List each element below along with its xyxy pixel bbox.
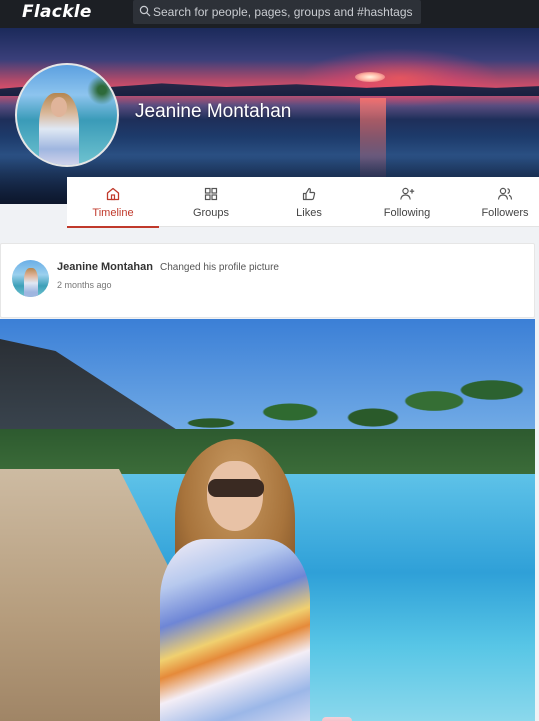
- tab-followers-label: Followers: [481, 207, 529, 219]
- post-author-name[interactable]: Jeanine Montahan: [57, 261, 153, 273]
- post-author-avatar[interactable]: [12, 260, 49, 297]
- user-plus-icon: [400, 187, 415, 200]
- tab-followers[interactable]: Followers: [459, 177, 539, 227]
- top-navbar: Flackle: [0, 0, 539, 28]
- post-timestamp[interactable]: 2 months ago: [57, 280, 112, 290]
- post-card: Jeanine Montahan Changed his profile pic…: [0, 243, 535, 318]
- thumbs-up-icon: [302, 187, 316, 201]
- search-input[interactable]: [153, 0, 417, 24]
- tab-likes-label: Likes: [296, 207, 322, 219]
- profile-name: Jeanine Montahan: [135, 101, 292, 122]
- search-bar[interactable]: [133, 0, 421, 24]
- tab-following[interactable]: Following: [361, 177, 453, 227]
- tab-groups-label: Groups: [192, 207, 230, 219]
- users-icon: [497, 187, 513, 200]
- tab-timeline-label: Timeline: [92, 207, 134, 219]
- post-action-text: Changed his profile picture: [160, 262, 279, 273]
- tab-likes[interactable]: Likes: [263, 177, 355, 227]
- profile-tabs: Timeline Groups Likes Following Follower…: [67, 177, 539, 228]
- grid-icon: [204, 187, 218, 201]
- tab-following-label: Following: [383, 207, 431, 219]
- profile-avatar[interactable]: [15, 63, 119, 167]
- post-photo[interactable]: [0, 319, 535, 721]
- search-icon: [139, 5, 151, 17]
- home-icon: [106, 187, 120, 201]
- app-logo[interactable]: Flackle: [22, 2, 92, 22]
- tab-groups[interactable]: Groups: [165, 177, 257, 227]
- tab-timeline[interactable]: Timeline: [67, 177, 159, 228]
